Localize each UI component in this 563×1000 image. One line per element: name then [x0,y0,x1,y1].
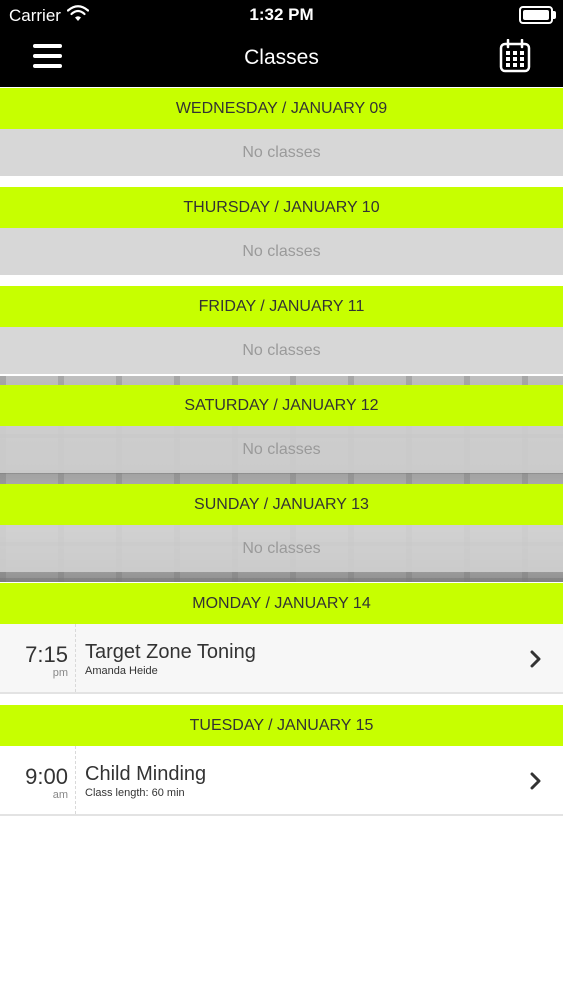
no-classes-label: No classes [0,129,563,176]
day-header: FRIDAY / JANUARY 11 [0,286,563,327]
day-header: SATURDAY / JANUARY 12 [0,385,563,426]
day-section: WEDNESDAY / JANUARY 09 No classes [0,88,563,176]
day-section: TUESDAY / JANUARY 15 9:00 am Child Mindi… [0,705,563,816]
no-classes-label: No classes [0,228,563,275]
class-name: Child Minding [85,763,207,785]
class-time-value: 7:15 [25,642,68,667]
day-section: THURSDAY / JANUARY 10 No classes [0,187,563,275]
class-time: 7:15 pm [0,624,76,692]
calendar-icon[interactable] [499,39,531,73]
no-classes-label: No classes [0,426,563,473]
no-classes-label: No classes [0,327,563,374]
day-section: SATURDAY / JANUARY 12 No classes [0,385,563,473]
battery-icon [519,6,556,24]
class-time-ampm: pm [52,667,68,679]
chevron-right-icon [530,650,541,668]
day-section: SUNDAY / JANUARY 13 No classes [0,484,563,572]
page-title: Classes [244,46,319,69]
day-header: TUESDAY / JANUARY 15 [0,705,563,746]
no-classes-label: No classes [0,525,563,572]
navigation-bar: Carrier 1:32 PM Classes [0,0,563,87]
day-section: MONDAY / JANUARY 14 7:15 pm Target Zone … [0,583,563,694]
class-name: Target Zone Toning [85,641,256,663]
day-section: FRIDAY / JANUARY 11 No classes [0,286,563,374]
day-header: WEDNESDAY / JANUARY 09 [0,88,563,129]
status-time: 1:32 PM [249,5,314,24]
class-row-target-zone-toning[interactable]: 7:15 pm Target Zone Toning Amanda Heide [0,624,563,694]
day-header: MONDAY / JANUARY 14 [0,583,563,624]
class-time-ampm: am [52,789,68,801]
chevron-right-icon [530,772,541,790]
day-header: THURSDAY / JANUARY 10 [0,187,563,228]
class-time: 9:00 am [0,746,76,814]
class-time-value: 9:00 [25,764,68,789]
class-instructor: Amanda Heide [85,665,158,677]
class-row-child-minding[interactable]: 9:00 am Child Minding Class length: 60 m… [0,746,563,816]
class-schedule-list[interactable]: WEDNESDAY / JANUARY 09 No classes THURSD… [0,87,563,1000]
day-header: SUNDAY / JANUARY 13 [0,484,563,525]
class-length: Class length: 60 min [85,787,185,799]
